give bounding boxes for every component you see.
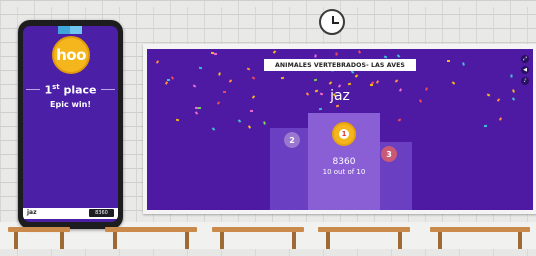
confetti-piece — [198, 66, 203, 70]
confetti-piece — [166, 78, 171, 82]
medal-ribbon-icon — [58, 26, 82, 34]
quiz-title: ANIMALES VERTEBRADOS- LAS AVES — [275, 61, 405, 69]
music-icon[interactable]: ♪ — [521, 77, 529, 85]
third-place-medal-icon: 3 — [381, 146, 397, 162]
confetti-piece — [498, 117, 503, 121]
confetti-piece — [369, 83, 374, 87]
app-logo: hoo — [56, 46, 86, 64]
confetti-piece — [318, 107, 323, 111]
first-place-medal-icon: hoo — [52, 36, 90, 74]
confetti-piece — [247, 125, 252, 129]
confetti-piece — [347, 82, 352, 86]
confetti-piece — [164, 81, 169, 85]
confetti-piece — [170, 76, 175, 80]
wall-clock-icon — [319, 9, 345, 35]
confetti-piece — [357, 50, 362, 54]
desk — [8, 227, 70, 249]
confetti-piece — [272, 50, 277, 54]
confetti-piece — [228, 79, 233, 83]
phone-screen: hoo 1st place Epic win! jaz 8360 — [23, 26, 118, 222]
confetti-piece — [451, 81, 456, 85]
desk — [212, 227, 304, 249]
desk — [105, 227, 197, 249]
confetti-piece — [263, 121, 266, 125]
confetti-piece — [194, 111, 199, 115]
first-place-medal-icon: 1 — [332, 122, 356, 146]
player-name: jaz — [27, 209, 37, 216]
win-message: Epic win! — [50, 100, 91, 109]
desk — [318, 227, 410, 249]
confetti-piece — [510, 74, 513, 78]
winner-score: 8360 — [332, 157, 356, 167]
sound-icon[interactable]: ◀ — [521, 66, 529, 74]
winner-result: 10 out of 10 — [322, 168, 366, 176]
quiz-title-bar: ANIMALES VERTEBRADOS- LAS AVES — [264, 59, 416, 71]
second-place-medal-icon: 2 — [284, 132, 300, 148]
confetti-piece — [462, 62, 465, 66]
confetti-piece — [218, 72, 221, 76]
confetti-piece — [213, 52, 218, 56]
confetti-piece — [280, 76, 285, 80]
player-bar: jaz 8360 — [23, 208, 118, 219]
confetti-piece — [313, 78, 318, 82]
confetti-piece — [197, 106, 202, 110]
place-heading: 1st place — [23, 83, 118, 97]
confetti-piece — [175, 118, 180, 122]
confetti-piece — [335, 104, 340, 108]
place-label: 1st place — [44, 83, 97, 97]
divider-left — [26, 89, 41, 91]
confetti-piece — [249, 109, 254, 113]
medal-rank: 1 — [339, 129, 349, 139]
divider-right — [100, 89, 115, 91]
projection-screen-frame: ANIMALES VERTEBRADOS- LAS AVES ⤢ ◀ ♪ jaz… — [143, 44, 536, 214]
confetti-piece — [394, 79, 399, 83]
confetti-piece — [314, 54, 317, 58]
player-score: 8360 — [89, 209, 114, 217]
confetti-piece — [354, 74, 359, 78]
confetti-piece — [237, 119, 242, 123]
confetti-piece — [210, 51, 215, 55]
confetti-piece — [375, 80, 380, 84]
fullscreen-icon[interactable]: ⤢ — [521, 55, 529, 63]
confetti-piece — [447, 60, 450, 62]
confetti-piece — [251, 76, 256, 80]
confetti-piece — [396, 54, 401, 58]
confetti-piece — [328, 81, 333, 85]
confetti-piece — [155, 60, 160, 64]
results-screen: ANIMALES VERTEBRADOS- LAS AVES ⤢ ◀ ♪ jaz… — [147, 49, 533, 210]
confetti-piece — [483, 124, 488, 128]
phone-device: hoo 1st place Epic win! jaz 8360 — [18, 20, 123, 229]
confetti-piece — [246, 67, 251, 71]
confetti-piece — [335, 52, 338, 56]
confetti-piece — [211, 127, 216, 131]
winner-name: jaz — [330, 88, 350, 104]
desk — [430, 227, 530, 249]
confetti-piece — [397, 118, 402, 122]
